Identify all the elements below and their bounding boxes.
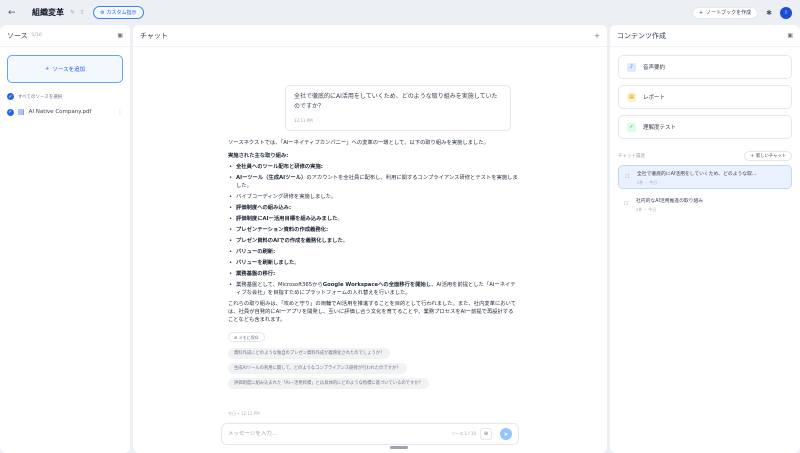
suggested-question-chip[interactable]: 評価制度に組み込まれた「AIー活用目標」とは具体的にどのような指標に基づいている… [228, 378, 429, 389]
chat-title: チャット [140, 31, 168, 40]
answer-intro: ソースネクストでは、「AIーネイティブカンパニー」への変革の一環として、以下の取… [228, 140, 489, 146]
checkbox-icon[interactable]: ✓ [7, 108, 14, 116]
assistant-message: ソースネクストでは、「AIーネイティブカンパニー」への変革の一環として、以下の取… [228, 139, 518, 393]
studio-tool-label: 理解度テスト [643, 125, 677, 131]
answer-bullet: 評価制度への組み込み: [228, 204, 518, 212]
answer-bullet: バリューの刷新: [228, 248, 518, 256]
custom-instructions-button[interactable]: ⚙ カスタム指示 [93, 6, 144, 19]
message-input[interactable] [228, 431, 452, 437]
answer-bullet: プレゼン資料のAIでの作成を義務化しました。 [228, 237, 518, 245]
create-notebook-button[interactable]: + ノートブックを作成 [691, 6, 759, 19]
suggested-questions: 資料作成にどのような独自のプレゼン資料作成が義務化されたのでしょうか？ 生成AIツ… [228, 348, 518, 393]
chat-panel: チャット + 全社で徹底的にAI活用をしていくため、どのような取り組みを実施して… [133, 25, 607, 453]
pdf-file-icon: ▤ [18, 108, 25, 116]
answer-bullet: バリューを刷新しました。 [228, 259, 518, 267]
arrow-left-icon[interactable]: ← [8, 8, 22, 18]
sources-count: 1/10 [31, 33, 42, 38]
add-source-button[interactable]: + ソースを追加 [7, 55, 123, 83]
suggested-question-chip[interactable]: 生成AIツールの利用に関して、どのようなコンプライアンス研修が行われたのですか？ [228, 363, 407, 374]
user-message-text: 全社で徹底的にAI活用をしていくため、どのような取り組みを実施していたのですか？ [294, 93, 498, 110]
chat-history-title-text: 全社で徹底的にAI活用をしていくため、どのような取… [637, 172, 757, 177]
notebook-title[interactable]: 組織変革 [32, 7, 64, 18]
answer-bullet: バイブコーディング研修を実施しました。 [228, 193, 518, 201]
avatar[interactable]: I [780, 6, 792, 19]
plus-icon: + [44, 66, 50, 72]
chat-bubble-icon: ☐ [624, 201, 629, 207]
answer-bullet: 業務基盤の移行: [228, 270, 518, 278]
chat-history-title: チャット履歴 [618, 154, 645, 159]
chat-history-list: ☐ 全社で徹底的にAI活用をしていくため、どのような取… 2件 ・ 今日 ☐ 社内的なA… [610, 165, 800, 217]
top-bar: ← 組織変革 ✎ ⇧ ⚙ カスタム指示 + ノートブックを作成 ✱ I [0, 0, 800, 25]
suggested-question-chip[interactable]: 資料作成にどのような独自のプレゼン資料作成が義務化されたのでしょうか？ [228, 348, 391, 359]
attach-icon[interactable]: ⊕ [480, 428, 492, 440]
report-icon: ▤ [627, 92, 636, 102]
answer-bullet: 業務基盤として、Microsoft365からGoogle Workspaceへの… [228, 281, 518, 297]
sources-title: ソース [7, 31, 28, 40]
edit-icon[interactable]: ✎ [70, 9, 75, 16]
plus-icon: + [698, 9, 704, 16]
chat-history-item[interactable]: ☐ 全社で徹底的にAI活用をしていくため、どのような取… 2件 ・ 今日 [618, 165, 792, 189]
settings-icon: ⚙ [100, 9, 105, 16]
answer-list: 全社員へのツール配布と研修の実施: AIーツール（生成AIツール）のアカウントを全… [228, 163, 518, 297]
conversation-timestamp: 今日 • 12:11 PM [228, 411, 260, 416]
sources-panel: ソース 1/10 ▣ + ソースを追加 ✓ すべてのソースを選択 ✓ ▤ AI … [0, 25, 130, 453]
message-composer: ソース 1 / 10 ⊕ ➤ [221, 423, 519, 445]
top-right-actions: + ノートブックを作成 ✱ I [691, 6, 792, 19]
answer-bullet: AIーツール（生成AIツール）のアカウントを全社員に配布し、利用に関するコンプラ… [228, 174, 518, 190]
chat-messages[interactable]: 全社で徹底的にAI活用をしていくため、どのような取り組みを実施していたのですか？… [133, 47, 607, 421]
checkbox-icon[interactable]: ✓ [7, 93, 14, 100]
answer-bullet: 評価制度にAIー活用目標を組み込みました。 [228, 215, 518, 223]
new-chat-button[interactable]: + 新しいチャット [744, 151, 792, 161]
answer-bullet: 全社員へのツール配布と研修の実施: [228, 163, 518, 171]
quiz-icon: ✓ [627, 122, 636, 132]
source-file-name: AI Native Company.pdf [28, 109, 92, 115]
sources-header: ソース 1/10 ▣ [0, 25, 130, 47]
source-count-label: ソース 1 / 10 [451, 431, 476, 436]
chat-history-meta: 2件 ・ 今日 [636, 207, 657, 212]
select-all-sources[interactable]: ✓ すべてのソースを選択 [0, 93, 130, 100]
answer-closing: これらの取り組みは、「攻めと守り」の両輪でAI活用を推進することを目的として行わ… [228, 301, 516, 323]
chat-header: チャット + [133, 25, 607, 47]
studio-tool-label: レポート [643, 95, 666, 101]
studio-title: コンテンツ作成 [617, 31, 666, 40]
studio-tool-label: 音声要約 [643, 65, 666, 71]
chat-bubble-icon: ☐ [625, 174, 630, 180]
studio-tool-card[interactable]: ▤ レポート [618, 85, 792, 109]
plus-icon: + [750, 153, 754, 159]
studio-tools: ♪ 音声要約 ▤ レポート ✓ 理解度テスト [610, 55, 800, 139]
answer-heading: 実施された主な取り組み: [228, 153, 289, 159]
studio-header: コンテンツ作成 ▣ [610, 25, 800, 47]
answer-bullet: プレゼンテーション資料の作成義務化: [228, 226, 518, 234]
chat-history-meta: 2件 ・ 今日 [637, 180, 658, 185]
user-message-time: 12:11 PM [294, 118, 313, 123]
resize-handle[interactable] [390, 446, 408, 449]
chat-options-icon[interactable]: + [594, 32, 600, 40]
chat-history-title-text: 社内的なAI活用推進の取り組み [636, 199, 704, 204]
studio-tool-card[interactable]: ♪ 音声要約 [618, 55, 792, 79]
studio-panel: コンテンツ作成 ▣ ♪ 音声要約 ▤ レポート ✓ 理解度テスト チャット履歴 + 新しい… [610, 25, 800, 453]
source-item[interactable]: ✓ ▤ AI Native Company.pdf ⋮ [0, 108, 130, 116]
user-message: 全社で徹底的にAI活用をしていくため、どのような取り組みを実施していたのですか？… [285, 85, 511, 131]
share-icon[interactable]: ⇧ [80, 9, 85, 16]
studio-tool-card[interactable]: ✓ 理解度テスト [618, 115, 792, 139]
panel-toggle-icon[interactable]: ▣ [787, 32, 793, 39]
audio-icon: ♪ [627, 62, 636, 72]
chat-history-header: チャット履歴 + 新しいチャット [618, 151, 792, 161]
more-options-icon[interactable]: ⋮ [117, 109, 123, 116]
gear-icon[interactable]: ✱ [766, 9, 772, 17]
chat-history-item[interactable]: ☐ 社内的なAI活用推進の取り組み 2件 ・ 今日 [618, 193, 792, 217]
panel-toggle-icon[interactable]: ▣ [117, 32, 123, 39]
save-to-note-button[interactable]: ⊞ メモに保存 [228, 332, 265, 342]
send-icon[interactable]: ➤ [500, 428, 512, 440]
